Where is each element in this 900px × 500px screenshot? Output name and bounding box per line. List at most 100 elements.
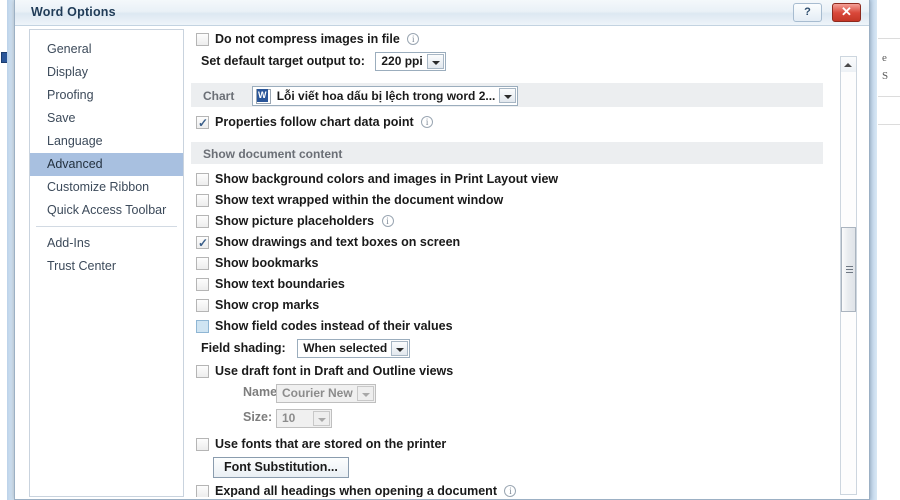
background-text-b: S	[882, 70, 889, 82]
content-scrollbar[interactable]	[840, 56, 857, 495]
sidebar-item-add-ins[interactable]: Add-Ins	[30, 232, 183, 255]
checkbox-show-text-wrapped[interactable]	[196, 194, 209, 207]
chevron-down-icon[interactable]	[426, 54, 444, 70]
sidebar-divider	[36, 226, 177, 227]
sidebar-item-advanced[interactable]: Advanced	[30, 153, 183, 176]
background-rule	[878, 96, 900, 97]
row-do-not-compress: Do not compress images in file i	[191, 29, 823, 50]
background-rule	[878, 124, 900, 125]
sidebar-item-label: General	[47, 42, 92, 56]
background-app-left	[0, 0, 14, 500]
info-icon[interactable]: i	[407, 33, 420, 45]
field-shading-dropdown[interactable]: When selected	[297, 339, 411, 359]
dialog-body: General Display Proofing Save Language A…	[15, 27, 869, 499]
background-rule	[878, 38, 900, 39]
background-accent-strip-left	[7, 0, 14, 500]
sidebar-item-quick-access-toolbar[interactable]: Quick Access Toolbar	[30, 199, 183, 222]
scroll-up-icon[interactable]	[841, 57, 856, 72]
info-icon[interactable]: i	[421, 116, 434, 128]
checkbox-show-picture-placeholders[interactable]	[196, 215, 209, 228]
chevron-down-icon[interactable]	[356, 386, 374, 402]
label-target-output: Set default target output to:	[201, 54, 365, 68]
scrollbar-grip-icon	[846, 266, 853, 267]
label-use-printer-fonts[interactable]: Use fonts that are stored on the printer	[215, 437, 446, 451]
label-show-crop-marks[interactable]: Show crop marks	[215, 298, 319, 312]
label-use-draft-font[interactable]: Use draft font in Draft and Outline view…	[215, 364, 453, 378]
field-shading-value: When selected	[303, 341, 388, 356]
row-show-picture-placeholders: Show picture placeholders i	[191, 211, 823, 232]
row-show-text-boundaries: Show text boundaries	[191, 274, 823, 295]
label-properties-follow-chart[interactable]: Properties follow chart data point	[215, 115, 414, 129]
font-substitution-button[interactable]: Font Substitution...	[213, 457, 349, 478]
checkbox-show-text-boundaries[interactable]	[196, 278, 209, 291]
background-text-a: e	[882, 52, 887, 64]
sidebar-item-label: Language	[47, 134, 103, 148]
checkbox-show-bookmarks[interactable]	[196, 257, 209, 270]
label-field-shading: Field shading:	[201, 341, 286, 355]
chevron-down-icon[interactable]	[499, 88, 517, 103]
label-font-size: Size:	[243, 410, 273, 424]
section-title-show-document-content: Show document content	[203, 146, 343, 161]
sidebar-item-save[interactable]: Save	[30, 107, 183, 130]
dialog-titlebar[interactable]: Word Options ? ✕	[15, 0, 869, 26]
word-options-dialog: Word Options ? ✕ General Display Proofin…	[14, 0, 870, 500]
row-show-background-colors: Show background colors and images in Pri…	[191, 169, 823, 190]
close-icon[interactable]: ✕	[832, 3, 861, 22]
dialog-title: Word Options	[31, 5, 116, 19]
checkbox-show-drawings[interactable]	[196, 233, 209, 254]
info-icon[interactable]: i	[381, 215, 394, 227]
info-icon[interactable]: i	[504, 485, 517, 497]
row-properties-follow-chart: Properties follow chart data point i	[191, 112, 823, 134]
chevron-down-icon[interactable]	[391, 341, 409, 357]
row-show-text-wrapped: Show text wrapped within the document wi…	[191, 190, 823, 211]
row-use-draft-font: Use draft font in Draft and Outline view…	[191, 361, 823, 382]
checkbox-show-background-colors[interactable]	[196, 173, 209, 186]
word-document-icon	[255, 89, 271, 104]
sidebar-item-trust-center[interactable]: Trust Center	[30, 255, 183, 278]
chevron-down-icon[interactable]	[313, 411, 330, 427]
row-show-drawings: Show drawings and text boxes on screen	[191, 232, 823, 254]
label-show-drawings[interactable]: Show drawings and text boxes on screen	[215, 235, 460, 249]
checkbox-properties-follow-chart[interactable]	[196, 113, 209, 134]
sidebar-item-label: Trust Center	[47, 259, 117, 273]
row-field-shading: Field shading: When selected	[191, 337, 823, 361]
row-target-output: Set default target output to: 220 ppi	[191, 50, 823, 74]
font-size-dropdown[interactable]: 10	[276, 409, 332, 429]
sidebar-item-label: Proofing	[47, 88, 94, 102]
chart-document-dropdown[interactable]: Lỗi viết hoa dấu bị lệch trong word 2...	[251, 86, 519, 106]
font-name-value: Courier New	[282, 386, 353, 401]
checkbox-show-field-codes[interactable]	[196, 320, 209, 333]
checkbox-show-crop-marks[interactable]	[196, 299, 209, 312]
scrollbar-thumb[interactable]	[841, 227, 856, 312]
label-show-text-boundaries[interactable]: Show text boundaries	[215, 277, 345, 291]
sidebar-item-proofing[interactable]: Proofing	[30, 84, 183, 107]
row-show-bookmarks: Show bookmarks	[191, 253, 823, 274]
checkbox-expand-headings[interactable]	[196, 485, 209, 497]
sidebar-item-label: Quick Access Toolbar	[47, 203, 167, 217]
label-show-picture-placeholders[interactable]: Show picture placeholders	[215, 214, 374, 228]
label-show-bookmarks[interactable]: Show bookmarks	[215, 256, 319, 270]
section-header-show-document-content: Show document content	[191, 142, 823, 164]
sidebar-item-language[interactable]: Language	[30, 130, 183, 153]
sidebar-item-label: Display	[47, 65, 88, 79]
sidebar-item-general[interactable]: General	[30, 38, 183, 61]
label-show-text-wrapped[interactable]: Show text wrapped within the document wi…	[215, 193, 503, 207]
sidebar-item-customize-ribbon[interactable]: Customize Ribbon	[30, 176, 183, 199]
checkbox-use-printer-fonts[interactable]	[196, 438, 209, 451]
label-do-not-compress[interactable]: Do not compress images in file	[215, 32, 400, 46]
label-show-background-colors[interactable]: Show background colors and images in Pri…	[215, 172, 558, 186]
checkbox-do-not-compress[interactable]	[196, 33, 209, 46]
help-icon[interactable]: ?	[793, 3, 822, 22]
target-output-dropdown[interactable]: 220 ppi	[375, 52, 446, 72]
options-sidebar: General Display Proofing Save Language A…	[29, 29, 184, 497]
options-content-scroll-area: Do not compress images in file i Set def…	[191, 29, 823, 497]
label-expand-headings[interactable]: Expand all headings when opening a docum…	[215, 484, 497, 497]
sidebar-item-display[interactable]: Display	[30, 61, 183, 84]
font-size-value: 10	[282, 411, 296, 426]
row-draft-font-size: Size: 10	[191, 407, 823, 432]
sidebar-item-label: Save	[47, 111, 76, 125]
label-show-field-codes[interactable]: Show field codes instead of their values	[215, 319, 453, 333]
checkbox-use-draft-font[interactable]	[196, 365, 209, 378]
row-draft-font-name: Name: Courier New	[191, 382, 823, 407]
font-name-dropdown[interactable]: Courier New	[276, 384, 376, 404]
